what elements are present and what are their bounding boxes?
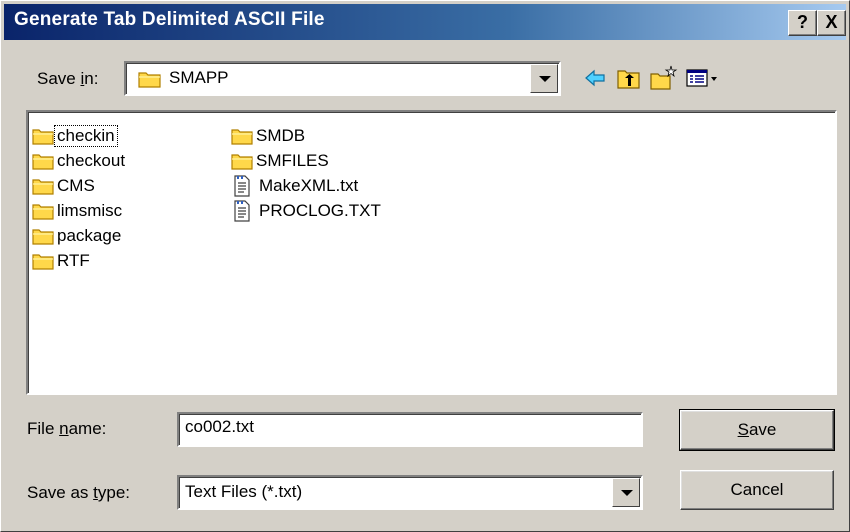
file-name-text: checkout (57, 151, 126, 170)
help-button[interactable]: ? (788, 10, 817, 36)
save-as-type-label: Save as type: (27, 483, 131, 502)
file-list[interactable]: checkin checkout CMS limsmisc package RT… (26, 110, 837, 395)
text-file-icon (233, 175, 251, 197)
folder-icon (231, 128, 253, 145)
file-name-label: File name: (27, 419, 107, 438)
file-name-text: CMS (57, 176, 95, 195)
folder-icon (32, 253, 54, 270)
folder-icon (32, 153, 54, 170)
title-bar[interactable]: Generate Tab Delimited ASCII File ? X (4, 4, 846, 40)
file-name-text: RTF (57, 251, 90, 270)
close-icon: X (825, 12, 838, 32)
save-as-type-value: Text Files (*.txt) (185, 482, 303, 501)
file-name-text: PROCLOG.TXT (259, 201, 381, 220)
list-item[interactable]: SMDB (231, 124, 307, 148)
file-name-text: MakeXML.txt (259, 176, 359, 195)
folder-icon (32, 228, 54, 245)
save-dialog: Generate Tab Delimited ASCII File ? X Sa… (0, 0, 850, 532)
save-in-dropdown[interactable]: SMAPP (124, 61, 561, 96)
chevron-down-icon[interactable] (612, 478, 640, 507)
cancel-button[interactable]: Cancel (680, 470, 834, 510)
back-arrow-icon[interactable] (581, 64, 609, 92)
folder-icon (32, 178, 54, 195)
file-name-text: SMFILES (256, 151, 329, 170)
list-item[interactable]: CMS (32, 174, 97, 198)
folder-icon (231, 153, 253, 170)
list-item[interactable]: PROCLOG.TXT (231, 199, 383, 223)
list-item[interactable]: SMFILES (231, 149, 331, 173)
close-button[interactable]: X (817, 10, 846, 36)
list-item[interactable]: MakeXML.txt (231, 174, 360, 198)
list-item[interactable]: limsmisc (32, 199, 124, 223)
save-as-type-dropdown[interactable]: Text Files (*.txt) (177, 475, 643, 510)
text-file-icon (233, 200, 251, 222)
list-item[interactable]: RTF (32, 249, 92, 273)
save-button[interactable]: Save (679, 409, 835, 451)
save-in-label: Save in: (37, 69, 99, 88)
save-in-value: SMAPP (169, 68, 229, 87)
help-icon: ? (797, 12, 808, 32)
view-menu-icon[interactable] (685, 64, 725, 92)
list-item[interactable]: package (32, 224, 123, 248)
folder-icon (138, 70, 162, 93)
file-name-text: SMDB (256, 126, 306, 145)
file-name-input[interactable]: co002.txt (177, 412, 643, 447)
folder-icon (32, 203, 54, 220)
list-item[interactable]: checkin (32, 124, 118, 148)
folder-icon (32, 128, 54, 145)
new-folder-icon[interactable] (649, 64, 678, 92)
chevron-down-icon[interactable] (530, 64, 558, 93)
file-name-text: limsmisc (57, 201, 123, 220)
list-item[interactable]: checkout (32, 149, 127, 173)
up-one-level-icon[interactable] (615, 64, 643, 92)
file-name-text: checkin (54, 125, 118, 147)
dialog-title: Generate Tab Delimited ASCII File (14, 9, 325, 30)
file-name-text: package (57, 226, 122, 245)
